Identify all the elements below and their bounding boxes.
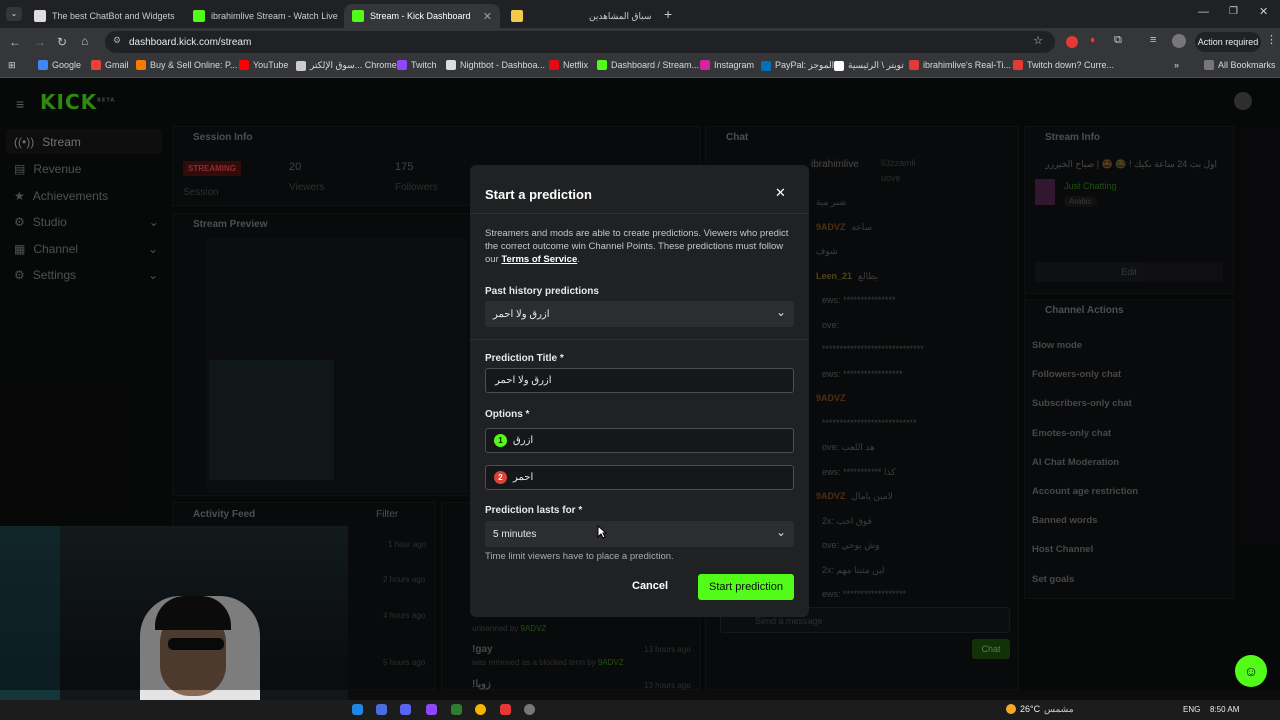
app-icon[interactable]	[376, 704, 387, 715]
chevron-right-icon[interactable]: »	[1174, 60, 1179, 70]
app-icon[interactable]	[451, 704, 462, 715]
bookmark-buy-sell[interactable]: Buy & Sell Online: P...	[136, 60, 237, 70]
close-icon[interactable]: ✕	[775, 185, 786, 201]
minimize-button[interactable]: —	[1198, 6, 1209, 18]
window-close-button[interactable]: ✕	[1259, 5, 1268, 18]
options-label: Options *	[485, 409, 530, 420]
app-icon[interactable]	[426, 704, 437, 715]
windows-taskbar: 26°C مشمس ENG 8:50 AM	[0, 700, 1280, 720]
app-icon[interactable]	[524, 704, 535, 715]
back-icon[interactable]: ←	[9, 35, 21, 49]
restore-button[interactable]: ❐	[1229, 6, 1238, 17]
forward-icon[interactable]: →	[34, 35, 46, 49]
extensions-puzzle-icon[interactable]: ⧉	[1114, 34, 1122, 47]
site-info-icon[interactable]: ⚙	[113, 35, 121, 46]
bookmark-google[interactable]: Google	[38, 60, 81, 70]
duration-select[interactable]: 5 minutes ⌄	[485, 521, 794, 547]
apps-icon[interactable]: ⊞	[8, 60, 16, 71]
profile-avatar[interactable]	[1172, 34, 1186, 48]
tab-search-button[interactable]: ⌄	[6, 7, 22, 21]
bookmarks-bar: ⊞ Google Gmail Buy & Sell Online: P... Y…	[0, 56, 1280, 78]
modal-description: Streamers and mods are able to create pr…	[485, 228, 789, 265]
bookmark-nightbot[interactable]: Nightbot - Dashboa...	[446, 60, 545, 70]
option-2-input[interactable]: 2 احمر	[485, 465, 794, 490]
bookmark-realtime[interactable]: ibrahimlive's Real-Ti...	[909, 60, 1011, 70]
new-tab-button[interactable]: +	[664, 6, 672, 22]
cancel-button[interactable]: Cancel	[632, 580, 668, 592]
bookmark-twitch-down[interactable]: Twitch down? Curre...	[1013, 60, 1114, 70]
duration-help: Time limit viewers have to place a predi…	[485, 551, 674, 562]
history-label: Past history predictions	[485, 286, 599, 297]
menu-icon[interactable]: ⋮	[1266, 33, 1277, 46]
kick-favicon-icon	[352, 10, 364, 22]
bookmark-netflix[interactable]: Netflix	[549, 60, 588, 70]
discord-icon[interactable]	[400, 704, 411, 715]
bookmark-paypal[interactable]: PayPal: الموجز	[761, 60, 834, 71]
option-1-input[interactable]: 1 ازرق	[485, 428, 794, 453]
chrome-icon[interactable]	[475, 704, 486, 715]
start-prediction-button[interactable]: Start prediction	[698, 574, 794, 600]
all-bookmarks[interactable]: All Bookmarks	[1204, 60, 1276, 70]
browser-toolbar: ← → ↻ ⌂ ⚙ dashboard.kick.com/stream ☆ ♦ …	[0, 28, 1280, 56]
duration-label: Prediction lasts for *	[485, 505, 583, 516]
chevron-down-icon: ⌄	[775, 305, 786, 319]
close-icon[interactable]: ✕	[181, 10, 182, 23]
tab-kick-dashboard[interactable]: Stream - Kick Dashboard ✕	[344, 4, 500, 28]
action-required-button[interactable]: Action required	[1195, 32, 1261, 52]
home-icon[interactable]: ⌂	[81, 34, 88, 48]
tab-media-icon[interactable]: ≡	[1150, 34, 1156, 46]
bookmark-instagram[interactable]: Instagram	[700, 60, 754, 70]
close-icon[interactable]: ✕	[483, 10, 492, 23]
tab-watch-live[interactable]: ibrahimlive Stream - Watch Live ✕	[185, 4, 343, 28]
chevron-down-icon: ⌄	[775, 525, 786, 539]
modal-title: Start a prediction	[485, 187, 592, 202]
bookmark-twitch[interactable]: Twitch	[397, 60, 437, 70]
bookmark-gmail[interactable]: Gmail	[91, 60, 129, 70]
tab-viewers-race[interactable]: سباق المشاهدين ✕	[503, 4, 659, 28]
tab-chatbot[interactable]: The best ChatBot and Widgets ✕	[26, 4, 182, 28]
extension-icon[interactable]: ♦	[1090, 35, 1095, 46]
kick-favicon-icon	[193, 10, 205, 22]
edge-icon[interactable]	[352, 704, 363, 715]
chatbot-favicon-icon	[34, 10, 46, 22]
start-prediction-modal: Start a prediction ✕ Streamers and mods …	[470, 165, 809, 617]
browser-tab-bar: ⌄ The best ChatBot and Widgets ✕ ibrahim…	[0, 0, 1280, 28]
address-bar[interactable]: ⚙ dashboard.kick.com/stream ☆	[105, 31, 1055, 53]
divider	[470, 213, 809, 214]
history-predictions-select[interactable]: ازرق ولا احمر ⌄	[485, 301, 794, 327]
prediction-title-input[interactable]: ازرق ولا احمر	[485, 368, 794, 393]
title-label: Prediction Title *	[485, 353, 564, 364]
option-1-badge: 1	[494, 434, 507, 447]
race-favicon-icon	[511, 10, 523, 22]
help-chat-icon[interactable]: ☺	[1235, 655, 1267, 687]
option-2-badge: 2	[494, 471, 507, 484]
reload-icon[interactable]: ↻	[57, 35, 67, 49]
bookmark-twitter[interactable]: تويتر \ الرئيسية	[834, 60, 904, 71]
terms-of-service-link[interactable]: Terms of Service	[501, 254, 577, 265]
extension-icon[interactable]	[1066, 36, 1078, 48]
bookmark-youtube[interactable]: YouTube	[239, 60, 288, 70]
bookmark-dashboard-stream[interactable]: Dashboard / Stream...	[597, 60, 699, 70]
bookmark-chrome-market[interactable]: سوق الإلكتر... Chrome	[296, 60, 397, 71]
close-icon[interactable]: ✕	[658, 10, 659, 23]
mouse-cursor-icon	[597, 525, 607, 539]
app-icon[interactable]	[500, 704, 511, 715]
divider	[470, 339, 809, 340]
sun-icon	[1006, 704, 1016, 714]
bookmark-star-icon[interactable]: ☆	[1033, 34, 1043, 47]
